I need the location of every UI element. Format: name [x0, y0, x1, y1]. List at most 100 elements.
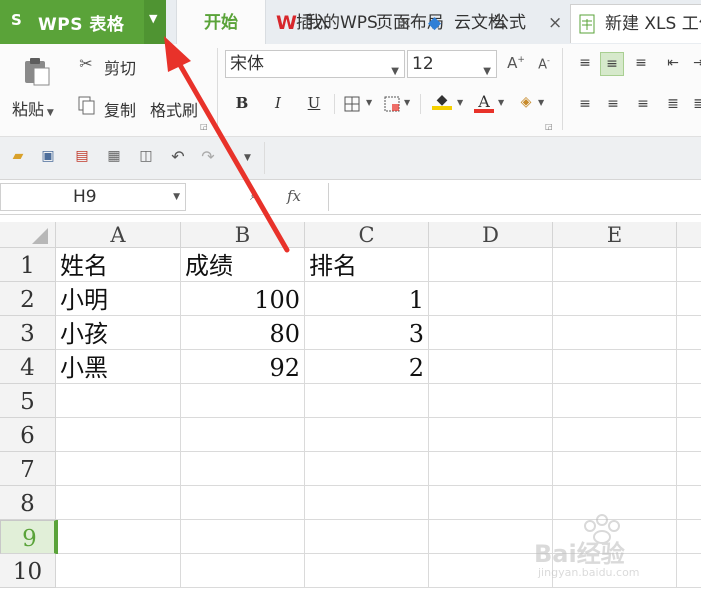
cell-d4[interactable]	[429, 350, 553, 384]
cell-d5[interactable]	[429, 384, 553, 418]
align-right-icon[interactable]: ≡	[632, 93, 654, 115]
cell-e3[interactable]	[553, 316, 677, 350]
cut-button[interactable]: 剪切	[104, 55, 136, 79]
cell-c3[interactable]: 3	[305, 316, 429, 350]
copy-button[interactable]: 复制	[104, 97, 136, 121]
doc-tab-my-wps[interactable]: W 我的WPS ×	[272, 4, 414, 42]
cell-c4[interactable]: 2	[305, 350, 429, 384]
chevron-down-icon[interactable]: ▼	[404, 98, 410, 107]
save-icon[interactable]: ▣	[38, 148, 58, 164]
increase-font-icon[interactable]: A+	[505, 54, 527, 72]
cell-f7[interactable]	[677, 452, 701, 486]
cell-e4[interactable]	[553, 350, 677, 384]
cell-b1[interactable]: 成绩	[181, 248, 305, 282]
doc-tab-new-sheet[interactable]: 新建 XLS 工作表	[570, 4, 701, 43]
cell-a7[interactable]	[56, 452, 181, 486]
cell-a3[interactable]: 小孩	[56, 316, 181, 350]
cell-e5[interactable]	[553, 384, 677, 418]
open-folder-icon[interactable]: ▰	[8, 148, 28, 164]
copy-icon[interactable]	[78, 96, 96, 116]
formula-input[interactable]	[328, 183, 701, 211]
cell-c1[interactable]: 排名	[305, 248, 429, 282]
tab-home[interactable]: 开始	[176, 0, 266, 45]
cell-d1[interactable]	[429, 248, 553, 282]
app-menu-button[interactable]: S WPS 表格 ▼	[0, 0, 166, 44]
cell-a5[interactable]	[56, 384, 181, 418]
cell-c6[interactable]	[305, 418, 429, 452]
dialog-launcher-icon[interactable]: ◲	[545, 122, 553, 131]
font-size-select[interactable]: 12 ▼	[407, 50, 497, 78]
cell-a10[interactable]	[56, 554, 181, 588]
indent-icon[interactable]: ⇤	[662, 52, 684, 74]
distributed-icon[interactable]: ≣	[688, 93, 701, 115]
cell-e2[interactable]	[553, 282, 677, 316]
cell-c5[interactable]	[305, 384, 429, 418]
align-middle-icon[interactable]: ≡	[600, 52, 624, 76]
font-name-select[interactable]: 宋体 ▼	[225, 50, 405, 78]
app-menu-dropdown[interactable]: ▼	[144, 0, 166, 44]
cell-a8[interactable]	[56, 486, 181, 520]
cell-b3[interactable]: 80	[181, 316, 305, 350]
zoom-search-icon[interactable]: ⌕	[250, 186, 258, 204]
cell-b6[interactable]	[181, 418, 305, 452]
cell-f5[interactable]	[677, 384, 701, 418]
dialog-launcher-icon[interactable]: ◲	[200, 122, 208, 131]
borders-icon[interactable]	[344, 96, 360, 112]
cell-a1[interactable]: 姓名	[56, 248, 181, 282]
cell-e6[interactable]	[553, 418, 677, 452]
paste-button[interactable]: 粘贴 ▼	[12, 96, 54, 120]
redo-icon[interactable]: ↷	[198, 147, 218, 166]
justify-icon[interactable]: ≣	[662, 93, 684, 115]
close-icon[interactable]: ×	[548, 4, 562, 42]
cell-b4[interactable]: 92	[181, 350, 305, 384]
undo-icon[interactable]: ↶	[168, 147, 188, 166]
cell-f1[interactable]	[677, 248, 701, 282]
chevron-down-icon[interactable]: ▼	[244, 153, 251, 163]
italic-button[interactable]: I	[268, 94, 288, 112]
chevron-down-icon[interactable]: ▼	[366, 98, 372, 107]
align-left-icon[interactable]: ≡	[574, 93, 596, 115]
cell-f4[interactable]	[677, 350, 701, 384]
cell-c2[interactable]: 1	[305, 282, 429, 316]
clear-format-icon[interactable]: ◈	[516, 94, 536, 110]
cell-f6[interactable]	[677, 418, 701, 452]
cell-b2[interactable]: 100	[181, 282, 305, 316]
chevron-down-icon[interactable]: ▼	[498, 98, 504, 107]
cell-b7[interactable]	[181, 452, 305, 486]
cell-d6[interactable]	[429, 418, 553, 452]
cell-b10[interactable]	[181, 554, 305, 588]
cell-a9[interactable]	[56, 520, 181, 554]
paste-icon[interactable]	[23, 56, 51, 86]
cell-a2[interactable]: 小明	[56, 282, 181, 316]
cell-a6[interactable]	[56, 418, 181, 452]
align-bottom-icon[interactable]: ≡	[630, 52, 652, 74]
close-icon[interactable]: ×	[398, 4, 412, 42]
scissors-icon[interactable]: ✂	[76, 54, 96, 73]
cell-a4[interactable]: 小黑	[56, 350, 181, 384]
cell-e7[interactable]	[553, 452, 677, 486]
cell-c10[interactable]	[305, 554, 429, 588]
font-color-icon[interactable]: A	[474, 92, 494, 113]
cell-f3[interactable]	[677, 316, 701, 350]
name-box[interactable]: H9 ▼	[0, 183, 186, 211]
cell-b5[interactable]	[181, 384, 305, 418]
cell-c7[interactable]	[305, 452, 429, 486]
underline-button[interactable]: U	[304, 94, 324, 112]
cell-d3[interactable]	[429, 316, 553, 350]
chevron-down-icon[interactable]: ▼	[457, 98, 463, 107]
export-pdf-icon[interactable]: ▤	[72, 148, 92, 164]
decrease-font-icon[interactable]: A-	[534, 56, 554, 72]
cell-d7[interactable]	[429, 452, 553, 486]
align-center-icon[interactable]: ≡	[602, 93, 624, 115]
cell-c9[interactable]	[305, 520, 429, 554]
insert-function-button[interactable]: fx	[287, 187, 301, 205]
chevron-down-icon[interactable]: ▼	[538, 98, 544, 107]
cell-d2[interactable]	[429, 282, 553, 316]
align-top-icon[interactable]: ≡	[574, 52, 596, 74]
fill-color-icon[interactable]: ◆	[432, 92, 452, 110]
cell-b9[interactable]	[181, 520, 305, 554]
print-icon[interactable]: ▦	[104, 148, 124, 164]
doc-tab-cloud-docs[interactable]: ◆ 云文档 ×	[424, 4, 566, 42]
cell-style-icon[interactable]	[384, 96, 400, 112]
bold-button[interactable]: B	[232, 94, 252, 112]
